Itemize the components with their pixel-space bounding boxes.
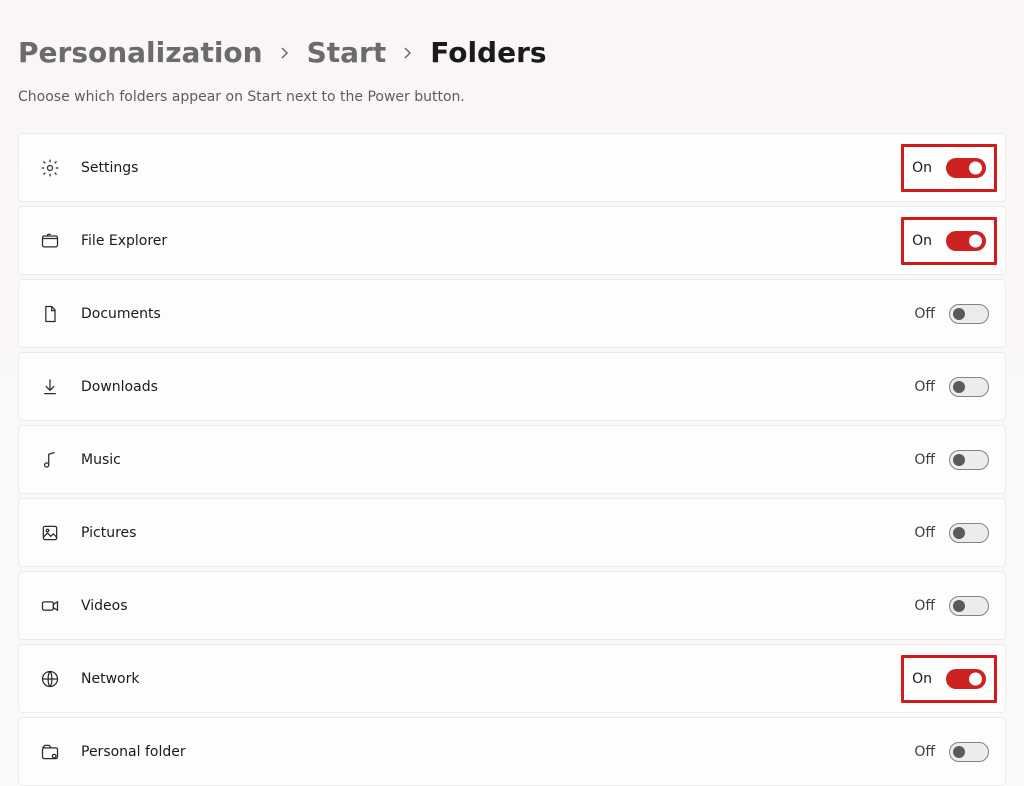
toggle-personal-folder[interactable] <box>949 742 989 762</box>
toggle-state-label: On <box>912 160 932 176</box>
folder-label: Network <box>81 671 901 687</box>
folder-label: File Explorer <box>81 233 901 249</box>
folder-label: Pictures <box>81 525 914 541</box>
folder-row-file-explorer[interactable]: File Explorer On <box>18 206 1006 275</box>
toggle-pictures[interactable] <box>949 523 989 543</box>
file-explorer-icon <box>39 230 61 252</box>
folder-row-downloads[interactable]: Downloads Off <box>18 352 1006 421</box>
toggle-state-label: On <box>912 671 932 687</box>
toggle-music[interactable] <box>949 450 989 470</box>
page-subtitle: Choose which folders appear on Start nex… <box>18 89 1006 105</box>
folder-row-personal-folder[interactable]: Personal folder Off <box>18 717 1006 786</box>
folder-row-pictures[interactable]: Pictures Off <box>18 498 1006 567</box>
toggle-network[interactable] <box>946 669 986 689</box>
music-icon <box>39 449 61 471</box>
toggle-documents[interactable] <box>949 304 989 324</box>
folder-row-network[interactable]: Network On <box>18 644 1006 713</box>
download-icon <box>39 376 61 398</box>
chevron-right-icon <box>279 47 291 59</box>
document-icon <box>39 303 61 325</box>
toggle-downloads[interactable] <box>949 377 989 397</box>
folder-row-documents[interactable]: Documents Off <box>18 279 1006 348</box>
picture-icon <box>39 522 61 544</box>
folder-label: Videos <box>81 598 914 614</box>
breadcrumb-folders: Folders <box>430 36 546 69</box>
toggle-state-label: Off <box>914 452 935 468</box>
toggle-file-explorer[interactable] <box>946 231 986 251</box>
toggle-state-label: On <box>912 233 932 249</box>
toggle-settings[interactable] <box>946 158 986 178</box>
toggle-state-label: Off <box>914 744 935 760</box>
gear-icon <box>39 157 61 179</box>
folder-row-settings[interactable]: Settings On <box>18 133 1006 202</box>
folder-label: Documents <box>81 306 914 322</box>
toggle-state-label: Off <box>914 306 935 322</box>
folder-list: Settings On File Explorer On <box>18 133 1006 786</box>
toggle-videos[interactable] <box>949 596 989 616</box>
breadcrumb-start[interactable]: Start <box>307 36 387 69</box>
breadcrumb: Personalization Start Folders <box>18 36 1006 69</box>
personal-folder-icon <box>39 741 61 763</box>
chevron-right-icon <box>402 47 414 59</box>
breadcrumb-personalization[interactable]: Personalization <box>18 36 263 69</box>
toggle-state-label: Off <box>914 379 935 395</box>
network-icon <box>39 668 61 690</box>
folder-row-music[interactable]: Music Off <box>18 425 1006 494</box>
folder-row-videos[interactable]: Videos Off <box>18 571 1006 640</box>
folder-label: Music <box>81 452 914 468</box>
folder-label: Downloads <box>81 379 914 395</box>
folder-label: Settings <box>81 160 901 176</box>
video-icon <box>39 595 61 617</box>
folder-label: Personal folder <box>81 744 914 760</box>
toggle-state-label: Off <box>914 525 935 541</box>
toggle-state-label: Off <box>914 598 935 614</box>
